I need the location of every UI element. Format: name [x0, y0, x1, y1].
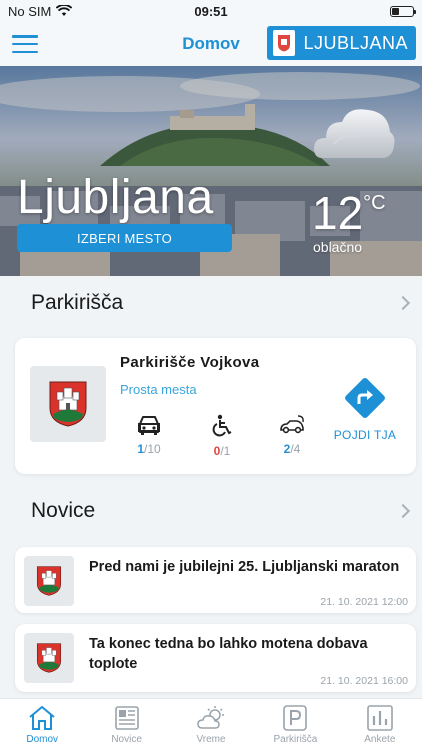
carrier-label: No SIM [8, 3, 52, 19]
status-left: No SIM [8, 3, 73, 19]
chevron-right-icon [395, 295, 411, 311]
menu-icon[interactable] [12, 35, 38, 53]
parking-name: Parkirišče Vojkova [120, 354, 260, 371]
tab-weather-label: Vreme [196, 734, 226, 745]
tab-weather[interactable]: Vreme [169, 699, 253, 750]
news-thumbnail [24, 556, 74, 606]
parking-stat-car-value: 1/10 [137, 442, 160, 456]
city-crest-icon [273, 30, 296, 56]
hero-city-name: Ljubljana [17, 171, 214, 224]
tab-polls[interactable]: Ankete [338, 699, 422, 750]
directions-icon [345, 378, 385, 418]
electric-car-icon [280, 415, 304, 434]
navigate-button[interactable]: POJDI TJA [330, 376, 400, 442]
wifi-icon [56, 5, 73, 16]
poll-icon [367, 705, 393, 731]
ljubljana-crest-icon [36, 643, 62, 673]
battery-icon [390, 5, 416, 17]
news-item[interactable]: Ta konec tedna bo lahko motena dobava to… [15, 624, 416, 692]
tab-home[interactable]: Domov [0, 699, 84, 750]
news-date: 21. 10. 2021 16:00 [320, 675, 408, 687]
city-button[interactable]: LJUBLJANA [267, 26, 416, 60]
city-button-label: LJUBLJANA [303, 32, 408, 53]
parking-stat-car: 1/10 [129, 414, 169, 456]
parking-icon [283, 705, 308, 731]
tab-news-label: Novice [111, 734, 142, 745]
parking-section-title: Parkirišča [31, 291, 124, 314]
newspaper-icon [114, 706, 139, 730]
home-icon [29, 705, 55, 730]
wheelchair-icon [212, 414, 232, 437]
parking-card[interactable]: Parkirišče Vojkova Prosta mesta 1/10 0/1… [15, 338, 416, 474]
electric-total: /4 [290, 442, 301, 456]
news-section-header[interactable]: Novice [0, 486, 422, 536]
parking-status: Prosta mesta [120, 382, 197, 397]
parking-stat-disabled-value: 0/1 [214, 444, 231, 458]
temperature-unit: °C [363, 192, 386, 214]
car-icon [138, 416, 160, 435]
chevron-right-icon [395, 503, 411, 519]
tab-bar: Domov Novice Vreme Parkirišča Ankete [0, 698, 422, 750]
navigate-label: POJDI TJA [333, 428, 397, 442]
parking-stat-electric-value: 2/4 [284, 442, 301, 456]
choose-city-button[interactable]: IZBERI MESTO [17, 224, 232, 252]
parking-section-header[interactable]: Parkirišča [0, 278, 422, 328]
news-title: Pred nami je jubilejni 25. Ljubljanski m… [89, 559, 400, 575]
ljubljana-crest-icon [49, 381, 87, 427]
weather-icon [197, 706, 225, 729]
news-section-title: Novice [31, 499, 96, 522]
nav-bar: Domov LJUBLJANA [0, 22, 422, 66]
tab-parking[interactable]: Parkirišča [253, 699, 337, 750]
parking-stat-electric: 2/4 [272, 414, 312, 456]
news-thumbnail [24, 633, 74, 683]
tab-polls-label: Ankete [364, 734, 396, 745]
news-date: 21. 10. 2021 12:00 [320, 596, 408, 608]
ljubljana-crest-icon [36, 566, 62, 596]
status-time: 09:51 [194, 3, 228, 19]
weather-description: oblačno [313, 239, 363, 255]
disabled-total: /1 [220, 444, 231, 458]
car-total: /10 [144, 442, 161, 456]
temperature: 12°C [312, 186, 386, 240]
news-item[interactable]: Pred nami je jubilejni 25. Ljubljanski m… [15, 547, 416, 613]
hero-banner: Ljubljana IZBERI MESTO 12°C oblačno [0, 66, 422, 276]
cloud-icon [314, 109, 395, 158]
tab-home-label: Domov [26, 734, 59, 745]
car-free: 1 [137, 442, 144, 456]
parking-stat-disabled: 0/1 [202, 414, 242, 458]
status-bar: No SIM 09:51 [0, 0, 422, 22]
tab-parking-label: Parkirišča [273, 734, 318, 745]
news-title: Ta konec tedna bo lahko motena dobava to… [89, 636, 368, 672]
temperature-value: 12 [312, 187, 364, 239]
parking-crest [30, 366, 106, 442]
tab-news[interactable]: Novice [84, 699, 168, 750]
